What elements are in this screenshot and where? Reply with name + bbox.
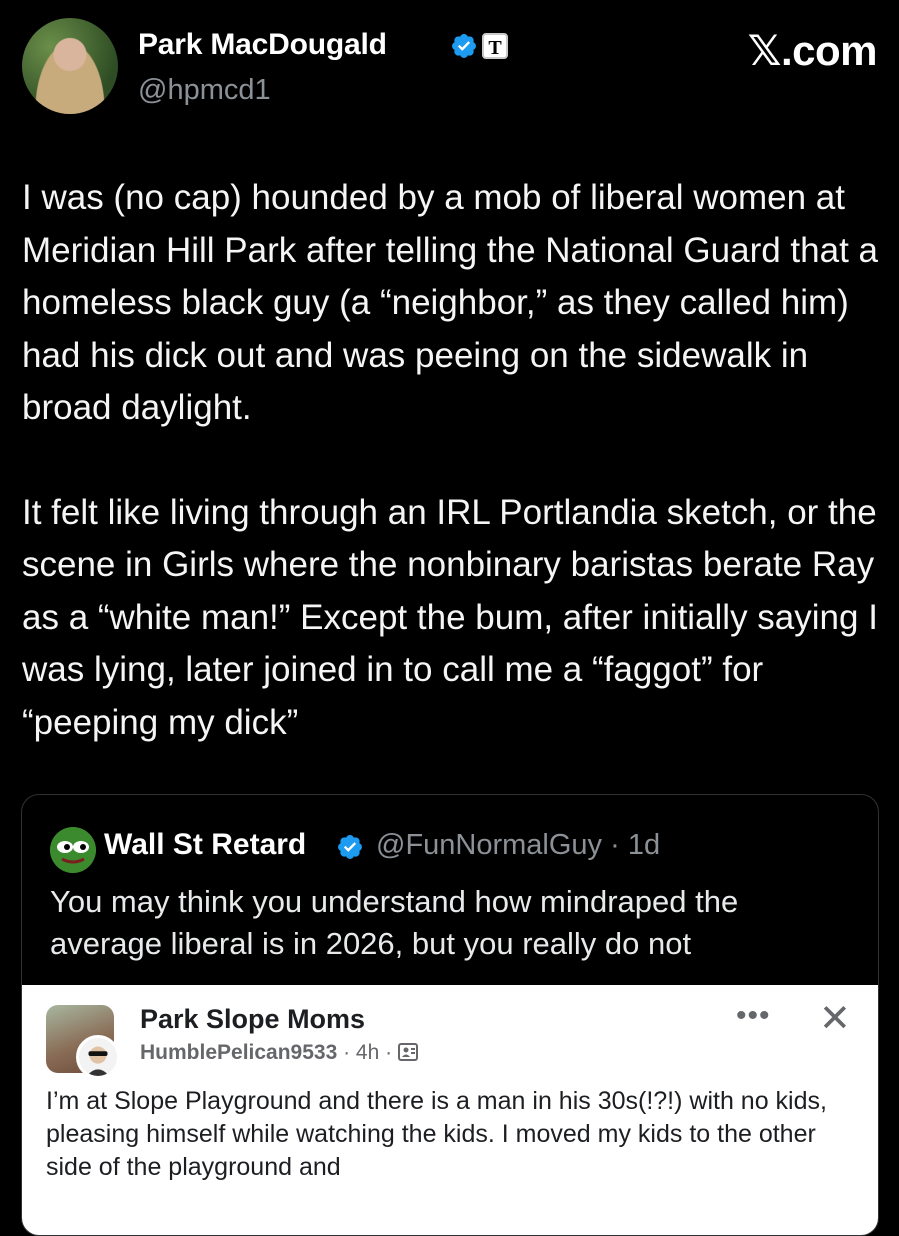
site-watermark: 𝕏.com (747, 26, 878, 75)
post-paragraph-1: I was (no cap) hounded by a mob of liber… (22, 178, 878, 427)
poster-username: HumblePelican9533 (140, 1041, 338, 1064)
user-avatar-icon (76, 1035, 120, 1079)
post-time: · 4h · (337, 1041, 398, 1064)
quoted-author-name[interactable]: Wall St Retard (104, 828, 306, 862)
site-label: 𝕏.com (747, 27, 878, 74)
author-name[interactable]: Park MacDougald (138, 28, 387, 62)
quoted-handle-time[interactable]: @FunNormalGuy · 1d (376, 829, 660, 862)
close-icon: ✕ (819, 998, 851, 1040)
more-options-icon: ••• (736, 999, 771, 1032)
affiliation-badge-icon: T (482, 33, 508, 59)
quoted-post[interactable]: Wall St Retard @FunNormalGuy · 1d You ma… (21, 794, 879, 1236)
post-paragraph-2: It felt like living through an IRL Portl… (22, 492, 878, 742)
quoted-verified-icon (338, 835, 362, 859)
post-header: Park MacDougald T @hpmcd1 𝕏.com (22, 18, 878, 118)
quoted-avatar-icon (50, 827, 96, 873)
author-avatar[interactable] (22, 18, 118, 114)
members-icon (397, 1043, 418, 1061)
group-name: Park Slope Moms (140, 1004, 366, 1034)
post-meta: HumblePelican9533 · 4h · (140, 1041, 418, 1065)
embedded-post-text: I’m at Slope Playground and there is a m… (46, 1087, 827, 1181)
quoted-text: You may think you understand how mindrap… (50, 884, 739, 961)
verified-badge-icon (452, 34, 476, 58)
author-handle[interactable]: @hpmcd1 (138, 74, 271, 107)
post-body: I was (no cap) hounded by a mob of liber… (22, 172, 882, 801)
embedded-screenshot: Park Slope Moms HumblePelican9533 · 4h ·… (22, 985, 878, 1235)
